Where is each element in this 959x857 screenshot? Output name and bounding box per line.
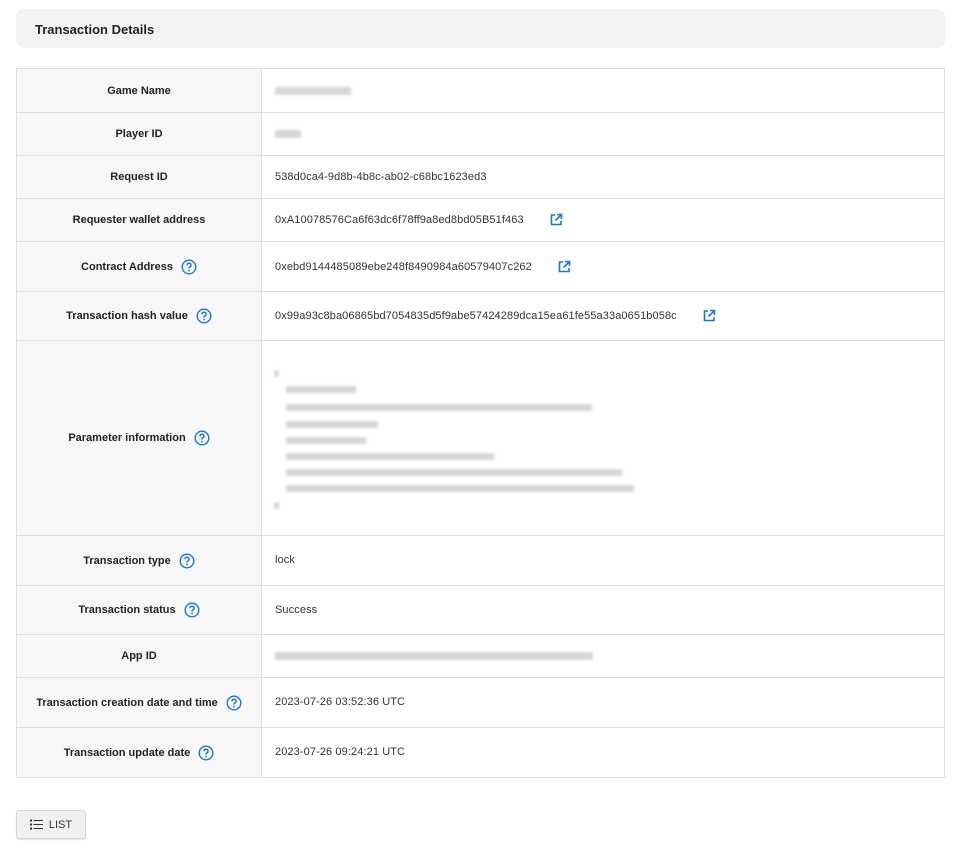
label-tx-hash: Transaction hash value: [16, 291, 262, 341]
row-requester-wallet: Requester wallet address 0xA10078576Ca6f…: [16, 198, 945, 242]
value-tx-type: lock: [261, 535, 945, 586]
help-circle-icon[interactable]: [196, 308, 212, 324]
external-link-icon[interactable]: [549, 213, 563, 227]
label-tx-type: Transaction type: [16, 535, 262, 586]
page-title: Transaction Details: [35, 22, 155, 37]
value-tx-created: 2023-07-26 03:52:36 UTC: [261, 677, 945, 728]
row-tx-created: Transaction creation date and time 2023-…: [16, 677, 945, 728]
label-contract-address: Contract Address: [16, 241, 262, 292]
row-player-id: Player ID: [16, 112, 945, 156]
help-circle-icon[interactable]: [181, 258, 197, 275]
row-contract-address: Contract Address 0xebd9144485089ebe248f8…: [16, 241, 945, 292]
label-game-name: Game Name: [16, 68, 262, 113]
value-game-name: [261, 68, 945, 113]
external-link-icon[interactable]: [557, 260, 571, 274]
row-tx-status: Transaction status Success: [16, 585, 945, 635]
redacted-parameter-json: [262, 342, 944, 535]
redacted-game-name: [275, 86, 351, 95]
label-app-id: App ID: [16, 634, 262, 678]
label-tx-status: Transaction status: [16, 585, 262, 635]
redacted-player-id: [275, 130, 301, 139]
row-tx-hash: Transaction hash value 0x99a93c8ba06865b…: [16, 291, 945, 341]
value-app-id: [261, 634, 945, 678]
label-player-id: Player ID: [16, 112, 262, 156]
list-button-label: LIST: [48, 818, 73, 831]
label-requester-wallet: Requester wallet address: [16, 198, 262, 242]
help-circle-icon[interactable]: [179, 552, 195, 569]
row-game-name: Game Name: [16, 68, 945, 113]
value-request-id: 538d0ca4-9d8b-4b8c-ab02-c68bc1623ed3: [261, 155, 945, 199]
value-requester-wallet: 0xA10078576Ca6f63dc6f78ff9a8ed8bd05B51f4…: [261, 198, 945, 242]
row-tx-type: Transaction type lock: [16, 535, 945, 586]
help-circle-icon[interactable]: [194, 430, 210, 446]
list-button[interactable]: LIST: [16, 810, 86, 839]
redacted-app-id: [275, 652, 593, 661]
row-request-id: Request ID 538d0ca4-9d8b-4b8c-ab02-c68bc…: [16, 155, 945, 199]
label-tx-created: Transaction creation date and time: [16, 677, 262, 728]
value-tx-updated: 2023-07-26 09:24:21 UTC: [261, 727, 945, 778]
external-link-icon[interactable]: [702, 309, 716, 323]
row-app-id: App ID: [16, 634, 945, 678]
list-icon: [29, 819, 43, 830]
row-tx-updated: Transaction update date 2023-07-26 09:24…: [16, 727, 945, 778]
label-request-id: Request ID: [16, 155, 262, 199]
label-parameter-info: Parameter information: [16, 340, 262, 536]
help-circle-icon[interactable]: [226, 694, 242, 711]
value-tx-hash: 0x99a93c8ba06865bd7054835d5f9abe57424289…: [261, 291, 945, 341]
value-contract-address: 0xebd9144485089ebe248f8490984a60579407c2…: [261, 241, 945, 292]
value-parameter-info: [261, 340, 945, 536]
label-tx-updated: Transaction update date: [16, 727, 262, 778]
value-tx-status: Success: [261, 585, 945, 635]
page-header: Transaction Details: [16, 9, 945, 48]
transaction-details-table: Game Name Player ID Request ID 538d0ca4-…: [16, 68, 945, 778]
row-parameter-info: Parameter information: [16, 340, 945, 536]
help-circle-icon[interactable]: [184, 602, 200, 618]
help-circle-icon[interactable]: [198, 744, 214, 761]
value-player-id: [261, 112, 945, 156]
